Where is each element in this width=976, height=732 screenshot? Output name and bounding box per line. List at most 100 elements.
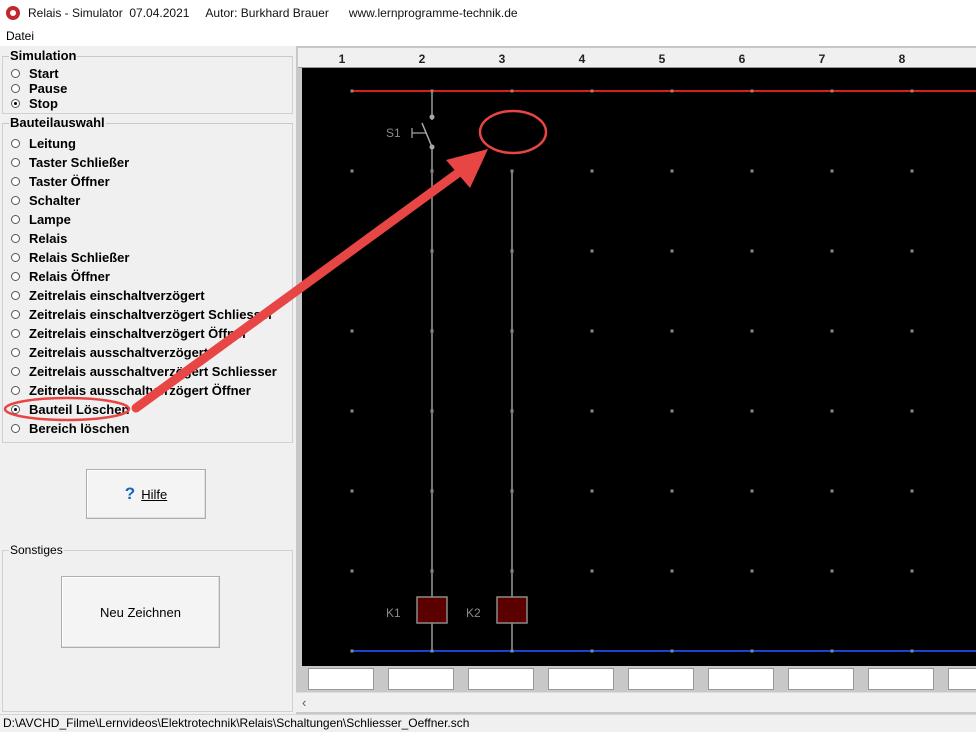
grid-dot — [430, 489, 434, 493]
radio-label: Zeitrelais einschaltverzögert Öffner — [29, 325, 248, 341]
radio-option[interactable]: Bauteil Löschen — [11, 401, 129, 417]
radio-button-icon[interactable] — [11, 138, 20, 148]
radio-button-icon[interactable] — [11, 290, 20, 300]
output-field[interactable] — [468, 668, 534, 690]
grid-dot — [670, 569, 674, 573]
radio-option[interactable]: Zeitrelais einschaltverzögert — [11, 287, 205, 303]
radio-button-icon[interactable] — [11, 176, 20, 186]
grid-dot — [510, 329, 514, 333]
simulation-group: Simulation Start Pause Stop — [2, 49, 293, 114]
grid-dot — [350, 169, 354, 173]
relay-k2-coil — [496, 596, 528, 624]
radio-option[interactable]: Bereich löschen — [11, 420, 129, 436]
radio-option[interactable]: Start — [11, 65, 59, 81]
relay-k1-coil — [416, 596, 448, 624]
radio-option[interactable]: Leitung — [11, 135, 76, 151]
help-button-label: Hilfe — [141, 486, 168, 502]
grid-dot — [670, 169, 674, 173]
radio-label: Relais Schließer — [29, 249, 130, 265]
status-bar: D:\AVCHD_Filme\Lernvideos\Elektrotechnik… — [0, 714, 976, 732]
question-icon: ? — [124, 484, 136, 503]
grid-dot — [750, 249, 754, 253]
radio-label: Lampe — [29, 211, 71, 227]
menu-datei[interactable]: Datei — [4, 28, 36, 44]
horizontal-scrollbar[interactable]: ‹ — [296, 692, 976, 712]
grid-dot — [590, 329, 594, 333]
switch-contact — [429, 114, 435, 120]
output-field[interactable] — [548, 668, 614, 690]
radio-label: Stop — [29, 95, 58, 111]
grid-dot — [910, 249, 914, 253]
grid-dot — [830, 329, 834, 333]
grid-dot — [910, 649, 914, 653]
output-field[interactable] — [388, 668, 454, 690]
radio-label: Relais Öffner — [29, 268, 110, 284]
output-field[interactable] — [628, 668, 694, 690]
grid-dot — [510, 569, 514, 573]
radio-label: Zeitrelais ausschaltverzögert — [29, 344, 209, 360]
radio-option[interactable]: Taster Öffner — [11, 173, 110, 189]
radio-option[interactable]: Stop — [11, 95, 58, 111]
radio-button-icon[interactable] — [11, 252, 20, 262]
radio-button-icon[interactable] — [11, 385, 20, 395]
radio-option[interactable]: Relais — [11, 230, 67, 246]
radio-button-icon[interactable] — [11, 423, 20, 433]
grid-dot — [750, 169, 754, 173]
scroll-left-icon[interactable]: ‹ — [302, 695, 306, 710]
radio-button-icon[interactable] — [11, 83, 20, 93]
relay-label: K2 — [466, 606, 481, 620]
output-field[interactable] — [308, 668, 374, 690]
grid-dot — [670, 409, 674, 413]
radio-button-icon[interactable] — [11, 233, 20, 243]
radio-label: Bauteil Löschen — [29, 401, 130, 417]
radio-label: Bereich löschen — [29, 420, 130, 436]
radio-button-icon[interactable] — [11, 214, 20, 224]
radio-option[interactable]: Zeitrelais ausschaltverzögert — [11, 344, 208, 360]
grid-dot — [350, 569, 354, 573]
radio-option[interactable]: Zeitrelais ausschaltverzögert Schliesser — [11, 363, 277, 379]
radio-option[interactable]: Relais Schließer — [11, 249, 129, 265]
column-number: 3 — [498, 52, 506, 66]
radio-option[interactable]: Zeitrelais einschaltverzögert Schliesser — [11, 306, 273, 322]
radio-button-icon[interactable] — [11, 347, 20, 357]
radio-button-icon[interactable] — [11, 98, 20, 108]
radio-option[interactable]: Schalter — [11, 192, 80, 208]
radio-button-icon[interactable] — [11, 309, 20, 319]
redraw-button[interactable]: Neu Zeichnen — [61, 576, 220, 648]
redraw-button-label: Neu Zeichnen — [100, 604, 181, 620]
grid-dot — [830, 169, 834, 173]
radio-button-icon[interactable] — [11, 328, 20, 338]
relay-label: K1 — [386, 606, 401, 620]
circuit-canvas[interactable]: S1 K1 K2 — [302, 68, 976, 666]
radio-option[interactable]: Relais Öffner — [11, 268, 110, 284]
radio-option[interactable]: Pause — [11, 80, 67, 96]
output-field[interactable] — [788, 668, 854, 690]
component-title: Bauteilauswahl — [9, 115, 106, 130]
grid-dot — [670, 329, 674, 333]
radio-button-icon[interactable] — [11, 271, 20, 281]
radio-button-icon[interactable] — [11, 366, 20, 376]
menu-bar: Datei — [0, 26, 976, 46]
output-field[interactable] — [868, 668, 934, 690]
radio-option[interactable]: Taster Schließer — [11, 154, 129, 170]
grid-dot — [670, 249, 674, 253]
help-button[interactable]: ? Hilfe — [86, 469, 206, 519]
output-field[interactable] — [948, 668, 976, 690]
radio-button-icon[interactable] — [11, 195, 20, 205]
grid-dot — [910, 89, 914, 93]
radio-option[interactable]: Lampe — [11, 211, 71, 227]
radio-button-icon[interactable] — [11, 404, 20, 414]
radio-option[interactable]: Zeitrelais einschaltverzögert Öffner — [11, 325, 247, 341]
bottom-fields — [298, 666, 976, 692]
grid-dot — [430, 649, 434, 653]
radio-button-icon[interactable] — [11, 68, 20, 78]
switch-lever — [421, 122, 433, 148]
column-number: 8 — [898, 52, 906, 66]
radio-label: Zeitrelais einschaltverzögert Schliesser — [29, 306, 274, 322]
output-field[interactable] — [708, 668, 774, 690]
grid-dot — [350, 409, 354, 413]
radio-option[interactable]: Zeitrelais ausschaltverzögert Öffner — [11, 382, 251, 398]
drawing-area: 1 2 3 4 5 6 7 8 S1 K1 K2 ‹ — [296, 46, 976, 714]
radio-button-icon[interactable] — [11, 157, 20, 167]
app-window: Relais - Simulator 07.04.2021 Autor: Bur… — [0, 0, 976, 732]
